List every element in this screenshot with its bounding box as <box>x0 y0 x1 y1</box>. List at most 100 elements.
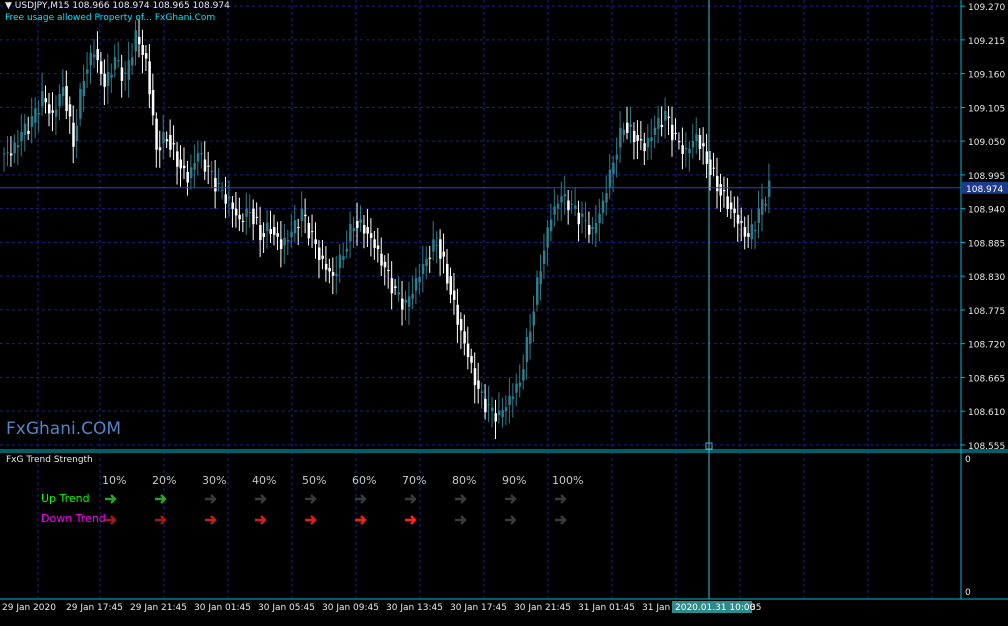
candle-body <box>584 220 587 222</box>
crosshair-time-label: 2020.01.31 10:00 <box>675 603 756 613</box>
candle-body <box>345 248 349 252</box>
candle-body <box>89 52 93 66</box>
candle-body <box>664 110 667 121</box>
y-tick-label: 108.665 <box>968 374 1005 384</box>
candle-body <box>234 208 238 216</box>
candle-body <box>667 116 671 118</box>
candle-body <box>542 250 546 264</box>
candle-body <box>757 208 761 223</box>
candle-body <box>477 380 480 389</box>
candle-body <box>207 165 210 167</box>
candle-body <box>144 53 148 59</box>
candle-body <box>536 277 539 305</box>
candle-body <box>722 190 726 192</box>
current-price-label: 108.974 <box>966 185 1003 195</box>
symbol-menu-icon[interactable]: ▼ <box>5 1 12 11</box>
candle-body <box>449 276 452 295</box>
y-tick-label: 109.050 <box>968 138 1005 148</box>
down-arrow-icon <box>205 515 217 525</box>
candle-body <box>54 109 58 117</box>
candle-body <box>369 233 373 238</box>
candle-body <box>30 116 34 127</box>
candle-body <box>248 212 252 214</box>
candle-body <box>293 220 297 234</box>
candle-body <box>217 182 221 185</box>
candle-body <box>61 87 65 97</box>
candle-body <box>356 220 359 229</box>
candle-body <box>172 143 176 145</box>
candle-body <box>155 118 158 150</box>
candle-body <box>754 229 757 232</box>
candle-body <box>702 143 705 147</box>
up-arrow-icon <box>505 494 517 504</box>
candle-body <box>563 194 567 197</box>
x-tick-label: 31 Jan <box>642 603 670 613</box>
up-arrow-icon <box>305 494 317 504</box>
candle-body <box>117 60 120 62</box>
candle-body <box>484 398 487 413</box>
x-tick-label: 30 Jan 21:45 <box>514 603 571 613</box>
candle-body <box>736 214 740 224</box>
candle-body <box>671 124 674 141</box>
candle-body <box>103 73 106 87</box>
down-arrow-icon <box>255 515 267 525</box>
candle-body <box>279 239 283 249</box>
candle-body <box>148 61 151 95</box>
candle-body <box>259 225 262 241</box>
x-tick-label: 31 Jan 01:45 <box>578 603 635 613</box>
candle-body <box>380 253 383 266</box>
candle-body <box>480 391 484 393</box>
percent-label: 80% <box>452 474 477 487</box>
candle-body <box>747 233 750 237</box>
down-arrow-icon <box>105 515 117 525</box>
sub-scale-top: 0 <box>965 455 971 465</box>
candle-body <box>169 135 172 150</box>
candle-body <box>522 369 525 381</box>
candle-body <box>605 193 608 203</box>
candle-body <box>598 213 601 223</box>
candle-body <box>695 134 698 142</box>
candle-body <box>764 203 767 206</box>
candle-body <box>9 153 13 156</box>
candle-body <box>65 85 68 112</box>
candle-body <box>511 396 515 399</box>
candle-body <box>684 148 688 150</box>
percent-label: 30% <box>202 474 227 487</box>
candle-body <box>601 200 605 213</box>
candle-body <box>307 222 311 239</box>
candle-body <box>182 165 186 169</box>
candle-body <box>321 255 324 259</box>
candle-body <box>553 206 556 215</box>
candle-body <box>504 407 508 412</box>
candle-body <box>518 382 522 387</box>
candle-body <box>44 98 48 103</box>
symbol-line: USDJPY,M15 108.966 108.974 108.965 108.9… <box>14 1 230 11</box>
candle-body <box>639 139 643 141</box>
candle-body <box>681 145 684 154</box>
candle-body <box>418 276 421 283</box>
candle-body <box>224 194 228 204</box>
candle-body <box>120 67 124 81</box>
candle-body <box>428 257 432 259</box>
candle-body <box>432 239 435 252</box>
candle-body <box>151 90 155 116</box>
candle-body <box>16 145 20 148</box>
candle-body <box>342 256 345 260</box>
up-arrow-icon <box>155 494 167 504</box>
candle-body <box>556 203 560 209</box>
candle-body <box>470 355 473 363</box>
candle-body <box>241 220 245 223</box>
candle-body <box>6 152 9 154</box>
trading-chart[interactable]: 109.270 109.215 109.160 109.105 109.050 108.9… <box>0 0 1008 622</box>
symbol-info: ▼ USDJPY,M15 108.966 108.974 108.965 108… <box>5 1 230 11</box>
candle-body <box>560 196 563 203</box>
candle-body <box>231 202 234 210</box>
chart-canvas[interactable]: 109.270 109.215 109.160 109.105 109.050 108.9… <box>0 0 1008 622</box>
candle-body <box>767 180 771 197</box>
candle-body <box>394 286 397 288</box>
candle-body <box>75 125 79 142</box>
candle-body <box>515 383 518 393</box>
candle-body <box>508 395 511 406</box>
candle-body <box>691 140 695 148</box>
candle-body <box>252 208 255 225</box>
